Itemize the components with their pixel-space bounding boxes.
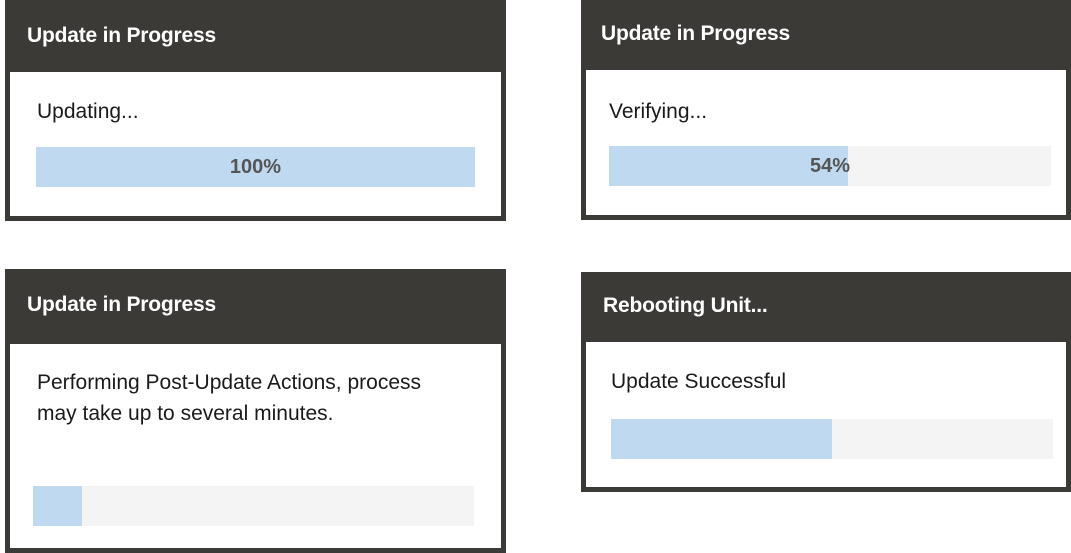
progress-fill — [611, 419, 832, 459]
progress-percent-label: 54% — [809, 155, 851, 177]
status-message: Updating... — [37, 100, 139, 123]
dialog-title: Update in Progress — [601, 22, 790, 45]
progress-bar — [611, 419, 1053, 459]
dialog-body: Updating... 100% — [10, 72, 501, 216]
dialog-title: Rebooting Unit... — [603, 294, 768, 317]
update-progress-dialog-post-update: Update in Progress Performing Post-Updat… — [5, 269, 506, 553]
status-message: Verifying... — [609, 100, 708, 123]
progress-fill — [33, 486, 82, 526]
dialog-body: Update Successful — [586, 342, 1066, 487]
dialog-body: Verifying... 54% — [586, 70, 1066, 215]
progress-bar — [33, 486, 474, 526]
dialog-title: Update in Progress — [27, 24, 216, 47]
update-progress-dialog-updating: Update in Progress Updating... 100% — [5, 0, 506, 221]
dialog-title: Update in Progress — [27, 293, 216, 316]
dialog-body: Performing Post-Update Actions, process … — [10, 344, 501, 548]
rebooting-unit-dialog: Rebooting Unit... Update Successful — [581, 272, 1071, 492]
progress-bar: 54% — [609, 146, 1051, 186]
update-progress-dialog-verifying: Update in Progress Verifying... 54% — [581, 0, 1071, 220]
status-message: Performing Post-Update Actions, process … — [37, 371, 422, 425]
status-message: Update Successful — [611, 370, 787, 393]
progress-percent-label: 100% — [229, 156, 282, 178]
progress-bar: 100% — [36, 147, 475, 187]
